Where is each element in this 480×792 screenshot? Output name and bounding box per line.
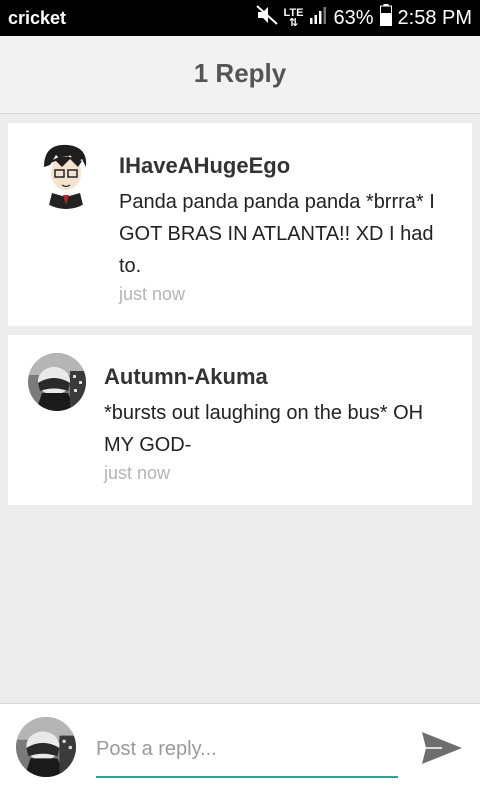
comment-username[interactable]: IHaveAHugeEgo bbox=[119, 153, 290, 179]
avatar[interactable] bbox=[28, 353, 86, 411]
network-label: LTE bbox=[283, 7, 304, 19]
comment-text: *bursts out laughing on the bus* OH MY G… bbox=[104, 402, 424, 456]
app-header: 1 Reply bbox=[0, 36, 480, 114]
lte-icon: LTE ⇅ bbox=[283, 7, 304, 29]
battery-percent: 63% bbox=[333, 6, 374, 29]
send-button[interactable] bbox=[420, 726, 464, 770]
current-user-avatar bbox=[16, 717, 76, 777]
status-bar: cricket LTE ⇅ 63% 2:58 PM bbox=[0, 0, 480, 36]
comment-card: Autumn-Akuma *bursts out laughing on the… bbox=[8, 335, 472, 505]
clock: 2:58 PM bbox=[397, 6, 472, 29]
battery-icon bbox=[379, 4, 392, 32]
reply-bar bbox=[0, 703, 480, 792]
carrier-label: cricket bbox=[8, 8, 67, 28]
page-title: 1 Reply bbox=[193, 58, 287, 88]
comment-timestamp: just now bbox=[104, 463, 171, 483]
status-icons: LTE ⇅ 63% 2:58 PM bbox=[255, 4, 472, 32]
mute-icon bbox=[255, 5, 278, 31]
avatar[interactable] bbox=[30, 137, 102, 209]
comment-text: Panda panda panda panda *brrra* I GOT BR… bbox=[119, 191, 435, 277]
reply-input[interactable] bbox=[96, 732, 398, 778]
comment-card: IHaveAHugeEgo Panda panda panda panda *b… bbox=[8, 123, 472, 326]
signal-icon bbox=[309, 6, 327, 30]
comment-timestamp: just now bbox=[119, 284, 186, 304]
comment-username[interactable]: Autumn-Akuma bbox=[104, 364, 268, 390]
send-icon bbox=[422, 732, 462, 764]
